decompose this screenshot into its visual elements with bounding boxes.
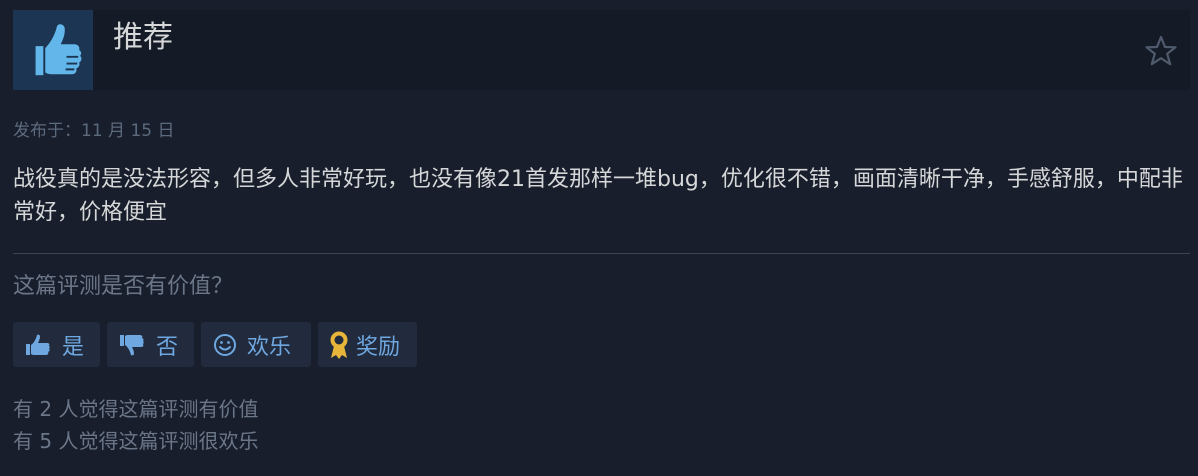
- helpful-question: 这篇评测是否有价值？: [13, 274, 234, 299]
- award-button[interactable]: 奖励: [318, 322, 417, 367]
- smiley-icon: [213, 333, 237, 357]
- funny-button[interactable]: 欢乐: [201, 322, 311, 367]
- feedback-buttons: 是 否 欢乐 奖励: [13, 322, 417, 367]
- yes-button[interactable]: 是: [13, 322, 100, 367]
- funny-count: 有 5 人觉得这篇评测很欢乐: [13, 429, 259, 453]
- recommendation-label: 推荐: [113, 20, 173, 55]
- funny-label: 欢乐: [247, 334, 292, 360]
- review-header: 推荐: [13, 10, 1190, 90]
- no-button[interactable]: 否: [107, 322, 194, 367]
- helpful-count: 有 2 人觉得这篇评测有价值: [13, 397, 259, 421]
- thumbs-up-icon: [25, 334, 52, 356]
- award-label: 奖励: [356, 334, 401, 360]
- divider: [13, 253, 1190, 254]
- review-body: 战役真的是没法形容，但多人非常好玩，也没有像21首发那样一堆bug，优化很不错，…: [13, 167, 1183, 225]
- star-icon[interactable]: [1144, 34, 1178, 68]
- thumbs-down-icon: [119, 334, 146, 356]
- yes-label: 是: [62, 334, 85, 360]
- no-label: 否: [156, 334, 179, 360]
- award-ribbon-icon: [328, 330, 350, 360]
- feedback-counts: 有 2 人觉得这篇评测有价值 有 5 人觉得这篇评测很欢乐: [13, 393, 258, 457]
- posted-date: 发布于：11 月 15 日: [13, 121, 175, 141]
- thumbs-up-icon: [35, 24, 82, 76]
- recommend-thumb-box: [13, 10, 93, 90]
- review-card: 推荐 发布于：11 月 15 日 战役真的是没法形容，但多人非常好玩，也没有像2…: [0, 0, 1198, 476]
